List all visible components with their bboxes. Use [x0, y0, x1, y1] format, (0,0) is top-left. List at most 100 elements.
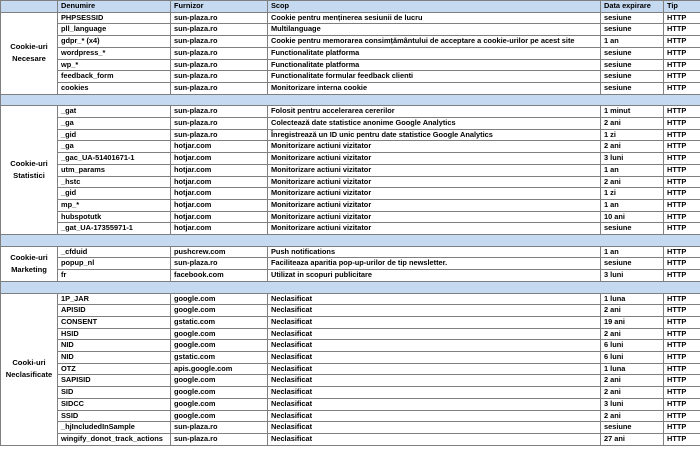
cookie-type: HTTP: [663, 152, 700, 165]
category-label: Cookie-uri Marketing: [0, 245, 58, 282]
cookie-name: _hstc: [57, 175, 171, 189]
table-row: HSID google.com Neclasificat 2 ani HTTP: [1, 327, 700, 341]
cookie-name: SIDCC: [57, 397, 171, 411]
cookie-expiry: 1 zi: [600, 128, 664, 142]
cookie-type: HTTP: [663, 269, 700, 282]
cookie-name: mp_*: [57, 198, 171, 212]
cookie-provider: sun-plaza.ro: [170, 421, 268, 434]
cookie-purpose: Functionalitate platforma: [267, 46, 601, 60]
cookie-expiry: 10 ani: [600, 210, 664, 224]
table-row: OTZ apis.google.com Neclasificat 1 luna HTTP: [1, 362, 700, 376]
table-row: _ga hotjar.com Monitorizare actiuni vizita…: [1, 140, 700, 154]
cookie-provider: sun-plaza.ro: [170, 35, 268, 48]
table-row: APISID google.com Neclasificat 2 ani HTTP: [1, 304, 700, 317]
cookie-expiry: sesiune: [600, 58, 664, 72]
cookie-purpose: Monitorizare actiuni vizitator: [267, 210, 601, 224]
cookie-name: SAPISID: [57, 374, 171, 388]
cookie-purpose: Cookie pentru memorarea consimțământului…: [267, 35, 601, 48]
cookie-provider: gstatic.com: [170, 315, 268, 329]
cookie-name: _cfduid: [57, 245, 171, 259]
cookie-provider: sun-plaza.ro: [170, 81, 268, 95]
table-header: Denumire Furnizor Scop Data expirare Tip: [0, 0, 700, 13]
table-row: cookies sun-plaza.ro Monitorizare interna …: [1, 81, 700, 95]
cookie-name: APISID: [57, 304, 171, 317]
cookie-name: wingify_donot_track_actions: [57, 432, 171, 446]
table-row: wingify_donot_track_actions sun-plaza.ro N…: [1, 432, 700, 446]
category-label: Cookie-uri Statistici: [0, 105, 58, 236]
cookie-purpose: Functionalitate platforma: [267, 58, 601, 72]
cookie-purpose: Monitorizare actiuni vizitator: [267, 222, 601, 236]
cookie-expiry: 1 minut: [600, 105, 664, 119]
table-row: SAPISID google.com Neclasificat 2 ani HTTP: [1, 374, 700, 388]
table-row: SID google.com Neclasificat 2 ani HTTP: [1, 386, 700, 399]
cookie-purpose: Neclasificat: [267, 339, 601, 353]
category-label: Cooki-uri Neclasificate: [0, 292, 58, 446]
cookie-name: pll_language: [57, 23, 171, 37]
cookie-expiry: sesiune: [600, 421, 664, 434]
table-row: utm_params hotjar.com Monitorizare actiuni…: [1, 163, 700, 177]
cookie-name: _gat_UA-17355971-1: [57, 222, 171, 236]
cookie-type: HTTP: [663, 409, 700, 423]
group-separator-row: [0, 93, 700, 107]
group-separator: [0, 280, 700, 294]
table-row: popup_nl sun-plaza.ro Faciliteaza aparitia…: [1, 257, 700, 271]
cookie-provider: sun-plaza.ro: [170, 117, 268, 130]
header-row: Denumire Furnizor Scop Data expirare Tip: [0, 0, 700, 13]
cookie-purpose: Monitorizare actiuni vizitator: [267, 187, 601, 200]
cookie-type: HTTP: [663, 140, 700, 154]
cookie-purpose: Cookie pentru menținerea sesiunii de luc…: [267, 11, 601, 25]
cookie-purpose: Neclasificat: [267, 315, 601, 329]
cookie-type: HTTP: [663, 245, 700, 259]
header-category: [0, 0, 58, 13]
cookie-provider: google.com: [170, 374, 268, 388]
cookie-expiry: 6 luni: [600, 351, 664, 364]
cookie-expiry: 2 ani: [600, 409, 664, 423]
table-row: _gat_UA-17355971-1 hotjar.com Monitorizare…: [1, 222, 700, 236]
cookie-purpose: Înregistrează un ID unic pentru date sta…: [267, 128, 601, 142]
cookie-name: hubspotutk: [57, 210, 171, 224]
cookie-type: HTTP: [663, 421, 700, 434]
cookie-name: popup_nl: [57, 257, 171, 271]
cookie-name: wordpress_*: [57, 46, 171, 60]
cookie-expiry: sesiune: [600, 46, 664, 60]
cookie-provider: google.com: [170, 386, 268, 399]
table-body: Cookie-uri Necesare PHPSESSID sun-plaza.ro…: [0, 11, 700, 446]
cookie-expiry: 2 ani: [600, 327, 664, 341]
cookie-purpose: Neclasificat: [267, 374, 601, 388]
table-row: _gac_UA-51401671-1 hotjar.com Monitorizare…: [1, 152, 700, 165]
table-row: SIDCC google.com Neclasificat 3 luni HTTP: [1, 397, 700, 411]
cookie-expiry: sesiune: [600, 70, 664, 83]
table-row: Cookie-uri Statistici _gat sun-plaza.ro Fol…: [0, 105, 700, 236]
cookie-type: HTTP: [663, 23, 700, 37]
cookie-type: HTTP: [663, 397, 700, 411]
cookie-provider: hotjar.com: [170, 152, 268, 165]
cookie-type: HTTP: [663, 257, 700, 271]
cookie-name: _ga: [57, 140, 171, 154]
cookie-provider: facebook.com: [170, 269, 268, 282]
table-row: Cooki-uri Neclasificate 1P_JAR google.com N…: [0, 292, 700, 446]
cookie-type: HTTP: [663, 81, 700, 95]
cookie-type: HTTP: [663, 304, 700, 317]
cookie-purpose: Neclasificat: [267, 386, 601, 399]
cookie-type: HTTP: [663, 11, 700, 25]
cookie-name: _gid: [57, 128, 171, 142]
cookie-purpose: Utilizat in scopuri publicitare: [267, 269, 601, 282]
cookie-provider: google.com: [170, 397, 268, 411]
cookie-type: HTTP: [663, 386, 700, 399]
cookie-provider: sun-plaza.ro: [170, 257, 268, 271]
cookie-provider: google.com: [170, 327, 268, 341]
header-expiry: Data expirare: [600, 0, 664, 13]
cookie-expiry: 2 ani: [600, 140, 664, 154]
cookie-provider: hotjar.com: [170, 222, 268, 236]
cookie-provider: sun-plaza.ro: [170, 128, 268, 142]
cookie-expiry: 19 ani: [600, 315, 664, 329]
cookie-provider: google.com: [170, 409, 268, 423]
table-row: wordpress_* sun-plaza.ro Functionalitate p…: [1, 46, 700, 60]
group-separator-row: [0, 280, 700, 294]
cookie-expiry: 2 ani: [600, 386, 664, 399]
group-separator: [0, 234, 700, 247]
header-provider: Furnizor: [170, 0, 268, 13]
cookie-type: HTTP: [663, 128, 700, 142]
cookie-provider: sun-plaza.ro: [170, 105, 268, 119]
cookie-type: HTTP: [663, 105, 700, 119]
